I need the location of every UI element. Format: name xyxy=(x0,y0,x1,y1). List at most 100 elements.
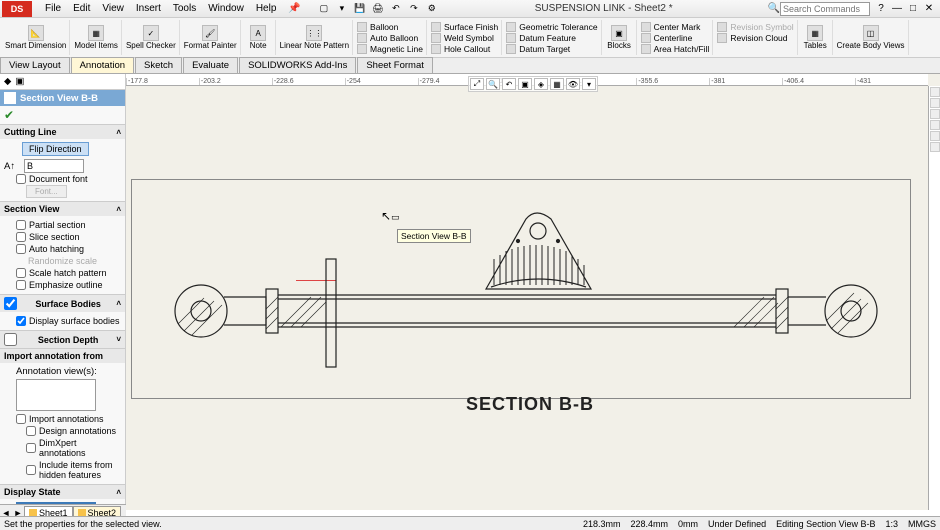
undo-icon[interactable]: ↶ xyxy=(388,2,404,16)
close-icon[interactable]: ✕ xyxy=(922,2,936,16)
ribbon-geometric-tolerance[interactable]: Geometric Tolerance xyxy=(506,22,597,32)
redo-icon[interactable]: ↷ xyxy=(406,2,422,16)
section-label-input[interactable] xyxy=(24,159,84,173)
surface-bodies-header[interactable]: Surface Bodies˄ xyxy=(0,295,125,312)
display-style-icon[interactable]: ▦ xyxy=(550,78,564,90)
ribbon-centerline[interactable]: Centerline xyxy=(641,33,710,43)
help-icon[interactable]: ? xyxy=(874,2,888,16)
cutting-line-header[interactable]: Cutting Line˄ xyxy=(0,125,125,139)
new-icon[interactable]: ▢ xyxy=(316,2,332,16)
title-bar: DS File Edit View Insert Tools Window He… xyxy=(0,0,940,18)
ribbon-model-items[interactable]: ▦Model Items xyxy=(71,20,122,55)
menu-window[interactable]: Window xyxy=(203,2,249,15)
open-icon[interactable]: ▾ xyxy=(334,2,350,16)
zoom-area-icon[interactable]: 🔍 xyxy=(486,78,500,90)
dimxpert-annotations-checkbox[interactable] xyxy=(26,443,36,453)
ribbon-blocks[interactable]: ▣Blocks xyxy=(603,20,637,55)
import-annotation-header[interactable]: Import annotation from xyxy=(0,349,125,363)
ribbon-datum-feature[interactable]: Datum Feature xyxy=(506,33,597,43)
appearances-icon[interactable] xyxy=(930,131,940,141)
save-icon[interactable]: 💾 xyxy=(352,2,368,16)
flip-direction-button[interactable]: Flip Direction xyxy=(22,142,89,156)
prev-view-icon[interactable]: ↶ xyxy=(502,78,516,90)
document-font-checkbox[interactable] xyxy=(16,174,26,184)
scale-hatch-checkbox[interactable] xyxy=(16,268,26,278)
status-scale: 1:3 xyxy=(885,519,898,529)
ribbon-balloon[interactable]: Balloon xyxy=(357,22,423,32)
property-manager: ◆ ▣ Section View B-B ✔ Cutting Line˄ Fli… xyxy=(0,74,126,510)
ribbon-area-hatch[interactable]: Area Hatch/Fill xyxy=(641,44,710,54)
tab-view-layout[interactable]: View Layout xyxy=(0,57,70,73)
search-input[interactable] xyxy=(780,2,870,16)
ribbon-weld-symbol[interactable]: Weld Symbol xyxy=(431,33,498,43)
menu-edit[interactable]: Edit xyxy=(68,2,95,15)
ribbon-center-mark[interactable]: Center Mark xyxy=(641,22,710,32)
ribbon-create-body-views[interactable]: ◫Create Body Views xyxy=(834,20,909,55)
ribbon-surface-finish[interactable]: Surface Finish xyxy=(431,22,498,32)
print-icon[interactable]: 🖨 xyxy=(370,2,386,16)
file-explorer-icon[interactable] xyxy=(930,109,940,119)
tab-addins[interactable]: SOLIDWORKS Add-Ins xyxy=(239,57,356,73)
menu-help[interactable]: Help xyxy=(251,2,282,15)
section-depth-checkbox[interactable] xyxy=(4,333,17,346)
display-state-header[interactable]: Display State˄ xyxy=(0,485,125,499)
status-defined: Under Defined xyxy=(708,519,766,529)
auto-hatching-checkbox[interactable] xyxy=(16,244,26,254)
partial-section-checkbox[interactable] xyxy=(16,220,26,230)
menu-insert[interactable]: Insert xyxy=(131,2,166,15)
ribbon-format-painter[interactable]: 🖌Format Painter xyxy=(181,20,241,55)
menu-file[interactable]: File xyxy=(40,2,66,15)
menu-view[interactable]: View xyxy=(97,2,129,15)
ribbon-magnetic-line[interactable]: Magnetic Line xyxy=(357,44,423,54)
maximize-icon[interactable]: □ xyxy=(906,2,920,16)
hidden-features-checkbox[interactable] xyxy=(26,465,36,475)
view-orient-icon[interactable]: ◈ xyxy=(534,78,548,90)
ok-icon[interactable]: ✔ xyxy=(4,108,14,122)
design-annotations-checkbox[interactable] xyxy=(26,426,36,436)
ribbon-smart-dimension[interactable]: 📐Smart Dimension xyxy=(2,20,70,55)
annotation-views-list[interactable] xyxy=(16,379,96,411)
section-depth-header[interactable]: Section Depth˅ xyxy=(0,331,125,348)
ribbon-revision-cloud[interactable]: Revision Cloud xyxy=(717,33,793,43)
document-title: SUSPENSION LINK - Sheet2 * xyxy=(440,3,768,14)
minimize-icon[interactable]: — xyxy=(890,2,904,16)
ribbon-linear-note-pattern[interactable]: ⋮⋮Linear Note Pattern xyxy=(277,20,353,55)
custom-props-icon[interactable] xyxy=(930,142,940,152)
heads-up-toolbar: ⤢🔍↶▣◈▦👁▾ xyxy=(468,76,598,92)
status-units[interactable]: MMGS xyxy=(908,519,936,529)
quick-access-toolbar: ▢ ▾ 💾 🖨 ↶ ↷ ⚙ xyxy=(316,2,440,16)
section-view-header[interactable]: Section View˄ xyxy=(0,202,125,216)
view-palette-icon[interactable] xyxy=(930,120,940,130)
status-z: 0mm xyxy=(678,519,698,529)
ribbon-note[interactable]: ANote xyxy=(242,20,276,55)
resources-icon[interactable] xyxy=(930,87,940,97)
ribbon-tables[interactable]: ▦Tables xyxy=(799,20,833,55)
tab-evaluate[interactable]: Evaluate xyxy=(183,57,238,73)
zoom-fit-icon[interactable]: ⤢ xyxy=(470,78,484,90)
surface-bodies-checkbox[interactable] xyxy=(4,297,17,310)
slice-section-checkbox[interactable] xyxy=(16,232,26,242)
hide-show-icon[interactable]: 👁 xyxy=(566,78,580,90)
ribbon-revision-symbol[interactable]: Revision Symbol xyxy=(717,22,793,32)
ribbon-datum-target[interactable]: Datum Target xyxy=(506,44,597,54)
section-icon[interactable]: ▣ xyxy=(518,78,532,90)
ribbon-spell-checker[interactable]: ✓Spell Checker xyxy=(123,20,180,55)
ribbon-hole-callout[interactable]: Hole Callout xyxy=(431,44,498,54)
options-icon[interactable]: ⚙ xyxy=(424,2,440,16)
tab-sketch[interactable]: Sketch xyxy=(135,57,182,73)
edit-scene-icon[interactable]: ▾ xyxy=(582,78,596,90)
feature-tree-icon[interactable]: ◆ xyxy=(4,76,11,87)
emphasize-outline-checkbox[interactable] xyxy=(16,280,26,290)
menu-tools[interactable]: Tools xyxy=(168,2,201,15)
menu-pin-icon[interactable]: 📌 xyxy=(283,2,305,15)
task-pane xyxy=(928,86,940,510)
drawing-canvas[interactable]: -177.8-203.2-228.6-254-279.4-304.8-330.2… xyxy=(126,74,940,510)
tab-annotation[interactable]: Annotation xyxy=(71,57,134,73)
display-surface-bodies-checkbox[interactable] xyxy=(16,316,26,326)
design-library-icon[interactable] xyxy=(930,98,940,108)
tab-sheet-format[interactable]: Sheet Format xyxy=(357,57,433,73)
ribbon-auto-balloon[interactable]: Auto Balloon xyxy=(357,33,423,43)
ribbon-finish-group: Surface Finish Weld Symbol Hole Callout xyxy=(428,20,502,55)
import-annotations-checkbox[interactable] xyxy=(16,414,26,424)
property-icon[interactable]: ▣ xyxy=(15,76,24,87)
